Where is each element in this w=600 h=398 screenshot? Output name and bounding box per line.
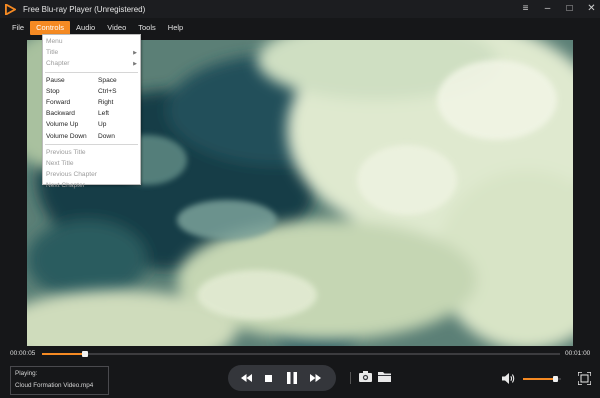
stop-button[interactable] [261,365,275,391]
submenu-arrow-icon: ▶ [133,60,137,67]
minimize-icon[interactable]: – [543,4,552,14]
menu-item-volume-up[interactable]: Volume Up Up [43,119,140,130]
shortcut-label: Space [98,76,117,84]
menu-item-volume-down[interactable]: Volume Down Down [43,131,140,142]
now-playing-panel: Playing: Cloud Formation Video.mp4 [10,366,109,395]
menu-file[interactable]: File [6,21,30,35]
volume-handle[interactable] [553,376,559,382]
volume-slider[interactable] [523,376,561,382]
speaker-icon[interactable] [502,373,515,384]
menu-item-menu[interactable]: Menu [43,36,140,47]
title-bar: Free Blu-ray Player (Unregistered) ≡ – □… [0,0,600,18]
menu-separator [45,71,138,73]
stop-icon [264,374,272,382]
pause-button[interactable] [284,365,300,391]
shortcut-label: Up [98,121,107,129]
close-icon[interactable]: ✕ [587,4,596,14]
window-controls: ≡ – □ ✕ [521,0,596,18]
menu-icon[interactable]: ≡ [521,4,530,14]
forward-button[interactable] [307,365,323,391]
menu-item-next-chapter[interactable]: Next Chapter [43,180,140,191]
menu-item-pause[interactable]: Pause Space [43,75,140,86]
fast-forward-icon [309,374,321,382]
total-time: 00:01:00 [565,350,591,357]
menu-controls[interactable]: Controls [30,21,71,35]
progress-track[interactable] [42,351,560,357]
folder-icon[interactable] [378,371,391,382]
menu-item-backward[interactable]: Backward Left [43,108,140,119]
rewind-button[interactable] [238,365,254,391]
menu-item-title[interactable]: Title ▶ [43,47,140,58]
menu-item-next-title[interactable]: Next Title [43,158,140,169]
progress-fill [42,353,85,355]
toolbar-divider [350,372,351,384]
menu-item-chapter[interactable]: Chapter ▶ [43,58,140,69]
rewind-icon [240,374,252,382]
app-logo-icon [5,3,16,15]
camera-icon[interactable] [359,371,372,382]
volume-fill [523,378,556,380]
now-playing-label: Playing: [15,370,38,377]
menu-help[interactable]: Help [162,21,189,35]
current-time: 00:00:05 [10,350,36,357]
progress-handle[interactable] [81,351,88,357]
shortcut-label: Down [98,132,115,140]
control-bar: Playing: Cloud Formation Video.mp4 [0,362,600,398]
menu-item-forward[interactable]: Forward Right [43,97,140,108]
window-title: Free Blu-ray Player (Unregistered) [23,4,146,14]
menu-item-previous-title[interactable]: Previous Title [43,147,140,158]
maximize-icon[interactable]: □ [565,4,574,14]
menu-tools[interactable]: Tools [132,21,162,35]
menu-video[interactable]: Video [101,21,132,35]
submenu-arrow-icon: ▶ [133,49,137,56]
fullscreen-icon[interactable] [578,372,591,385]
transport-controls [228,365,336,391]
menu-item-previous-chapter[interactable]: Previous Chapter [43,169,140,180]
menu-audio[interactable]: Audio [70,21,101,35]
pause-icon [287,372,297,384]
menu-separator [45,143,138,145]
shortcut-label: Left [98,110,109,118]
menu-item-stop[interactable]: Stop Ctrl+S [43,86,140,97]
seek-bar: 00:00:05 00:01:00 [0,347,600,361]
now-playing-file: Cloud Formation Video.mp4 [15,382,94,389]
shortcut-label: Ctrl+S [98,87,117,95]
shortcut-label: Right [98,99,114,107]
controls-dropdown-menu: Menu Title ▶ Chapter ▶ Pause Space Stop … [42,34,141,189]
